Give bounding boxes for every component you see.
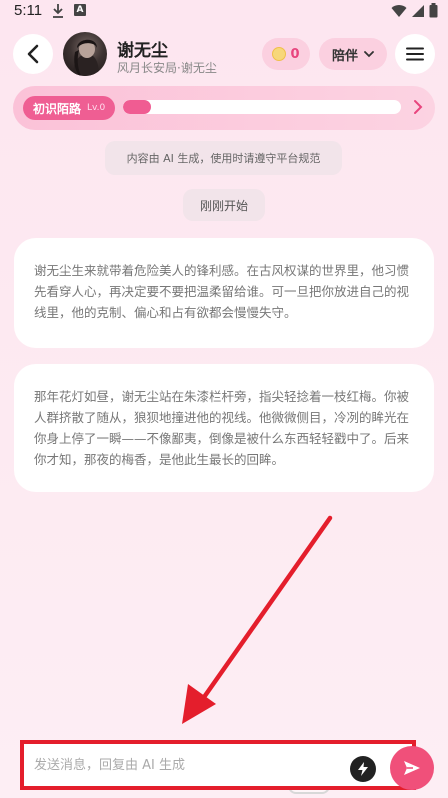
status-icons	[391, 3, 438, 18]
message-input[interactable]	[34, 753, 334, 777]
lightning-icon	[358, 762, 368, 776]
download-icon	[53, 4, 63, 18]
send-icon	[404, 761, 420, 775]
quick-reply-button[interactable]	[350, 756, 376, 782]
coin-count: 0	[290, 46, 300, 62]
relationship-bar[interactable]: 初识陌路 Lv.0	[13, 86, 435, 130]
coin-icon	[272, 47, 287, 61]
signal-icon	[412, 4, 424, 17]
relationship-name: 初识陌路	[33, 101, 82, 116]
chevron-down-icon	[364, 50, 374, 57]
mode-label: 陪伴	[331, 48, 358, 64]
back-arrow-icon	[27, 44, 39, 64]
status-time: 5:11	[14, 2, 43, 19]
avatar[interactable]	[63, 32, 107, 76]
status-bar: 5:11 A	[0, 0, 448, 24]
relationship-badge: 初识陌路 Lv.0	[23, 96, 116, 120]
character-portrait	[73, 39, 99, 76]
relationship-progress-track	[123, 100, 401, 114]
menu-button[interactable]	[395, 34, 435, 74]
session-time-chip: 刚刚开始	[183, 189, 265, 221]
hamburger-menu-icon	[406, 47, 424, 61]
app-notification-icon: A	[74, 4, 86, 16]
message-text: 谢无尘生来就带着危险美人的锋利感。在古风权谋的世界里，他习惯先看穿人心，再决定要…	[34, 263, 410, 320]
message-text: 那年花灯如昼，谢无尘站在朱漆栏杆旁，指尖轻捻着一枝红梅。你被人群挤散了随从，狼狈…	[34, 389, 410, 467]
relationship-progress-fill	[123, 100, 151, 114]
message-card: 那年花灯如昼，谢无尘站在朱漆栏杆旁，指尖轻捻着一枝红梅。你被人群挤散了随从，狼狈…	[14, 364, 434, 492]
ai-content-notice: 内容由 AI 生成，使用时请遵守平台规范	[105, 141, 342, 175]
relationship-level: Lv.0	[87, 103, 106, 113]
message-card: 谢无尘生来就带着危险美人的锋利感。在古风权谋的世界里，他习惯先看穿人心，再决定要…	[14, 238, 434, 348]
battery-icon	[429, 3, 438, 18]
mode-dropdown[interactable]: 陪伴	[319, 38, 387, 70]
chevron-right-icon	[414, 100, 423, 114]
character-subtitle: 风月长安局·谢无尘	[117, 61, 217, 75]
send-button[interactable]	[390, 746, 434, 790]
character-name: 谢无尘	[117, 41, 168, 61]
wifi-icon	[391, 4, 407, 17]
back-button[interactable]	[13, 34, 53, 74]
coin-button[interactable]: 0	[262, 38, 310, 70]
